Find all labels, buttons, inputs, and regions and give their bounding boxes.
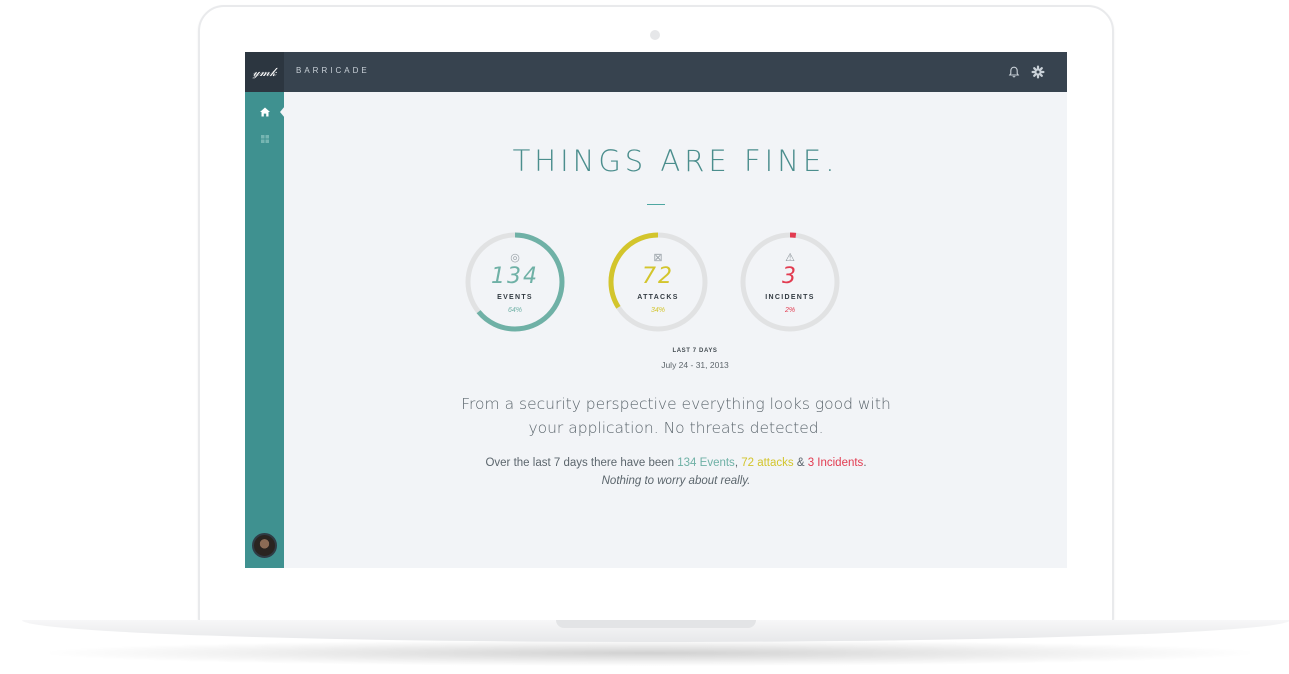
events-value: 134: [491, 264, 539, 289]
app-logo[interactable]: 𝓎𝓂𝓀: [245, 52, 284, 92]
incidents-count-link[interactable]: 3 Incidents: [808, 457, 864, 469]
summary-text: From a security perspective everything l…: [461, 395, 891, 437]
incidents-value: 3: [782, 264, 798, 289]
attacks-gauge[interactable]: ⊠ 72 ATTACKS 34%: [606, 230, 710, 334]
incidents-gauge[interactable]: ⚠ 3 INCIDENTS 2%: [738, 230, 842, 334]
avatar[interactable]: [252, 533, 277, 558]
sidebar: [245, 92, 285, 568]
home-icon[interactable]: [258, 105, 272, 119]
period-label: LAST 7 DAYS: [672, 348, 718, 354]
cross-box-icon: ⊠: [653, 252, 663, 264]
attacks-label: ATTACKS: [637, 294, 679, 301]
period-range: July 24 - 31, 2013: [661, 360, 729, 370]
events-count-link[interactable]: 134 Events: [677, 457, 735, 469]
laptop-shadow: [50, 640, 1250, 666]
events-gauge[interactable]: ◎ 134 EVENTS 64%: [463, 230, 567, 334]
app-screen: 𝓎𝓂𝓀 BARRICADE THINGS ARE FINE. ◎ 134 EVE…: [245, 52, 1067, 568]
incidents-percent: 2%: [784, 307, 796, 314]
detail-subtext: Nothing to worry about really.: [601, 475, 751, 487]
events-percent: 64%: [507, 307, 522, 314]
incidents-label: INCIDENTS: [765, 294, 815, 301]
laptop-notch: [556, 620, 756, 628]
top-bar: 𝓎𝓂𝓀 BARRICADE: [245, 52, 1067, 92]
target-icon: ◎: [510, 252, 520, 264]
warning-icon: ⚠: [785, 252, 795, 264]
attacks-value: 72: [642, 264, 674, 289]
brand-name: BARRICADE: [296, 66, 370, 75]
detail-text: Over the last 7 days there have been 134…: [385, 457, 967, 469]
detail-suffix: .: [863, 457, 867, 469]
attacks-count-link[interactable]: 72 attacks: [741, 457, 793, 469]
headline-divider: [647, 204, 665, 205]
events-label: EVENTS: [497, 294, 533, 301]
active-indicator: [280, 106, 285, 118]
laptop-camera: [650, 30, 660, 40]
grid-icon[interactable]: [258, 132, 272, 146]
gear-icon[interactable]: [1031, 65, 1045, 79]
page-headline: THINGS ARE FINE.: [512, 144, 839, 178]
detail-prefix: Over the last 7 days there have been: [485, 457, 678, 469]
bell-icon[interactable]: [1007, 65, 1021, 79]
attacks-percent: 34%: [650, 307, 665, 314]
detail-separator: &: [793, 457, 808, 469]
